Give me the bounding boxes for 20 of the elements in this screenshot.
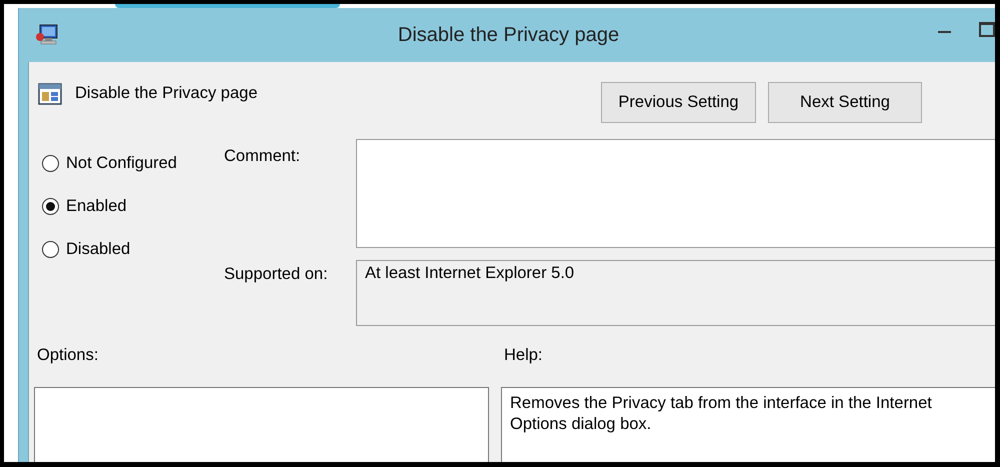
comment-field[interactable] [356,139,995,248]
supported-on-text: At least Internet Explorer 5.0 [365,264,574,282]
help-text: Removes the Privacy tab from the interface in the Internet Options dialog box. [510,393,933,436]
radio-label[interactable]: Not Configured [66,154,177,173]
maximize-button[interactable] [979,22,995,36]
radio-button[interactable] [42,198,59,215]
policy-name: Disable the Privacy page [75,84,258,103]
radio-button[interactable] [42,241,59,258]
options-label: Options: [37,346,100,366]
radio-label[interactable]: Enabled [66,197,127,216]
radio-label[interactable]: Disabled [66,240,130,259]
policy-icon [38,83,62,105]
help-label: Help: [504,346,543,366]
radio-button[interactable] [42,155,59,172]
comment-label: Comment: [224,147,302,166]
window-title: Disable the Privacy page [396,24,620,46]
supported-on-label: Supported on: [224,265,329,284]
setting-button[interactable]: Next Setting [768,82,922,123]
setting-button[interactable]: Previous Setting [601,82,756,123]
computer-icon [35,24,59,46]
